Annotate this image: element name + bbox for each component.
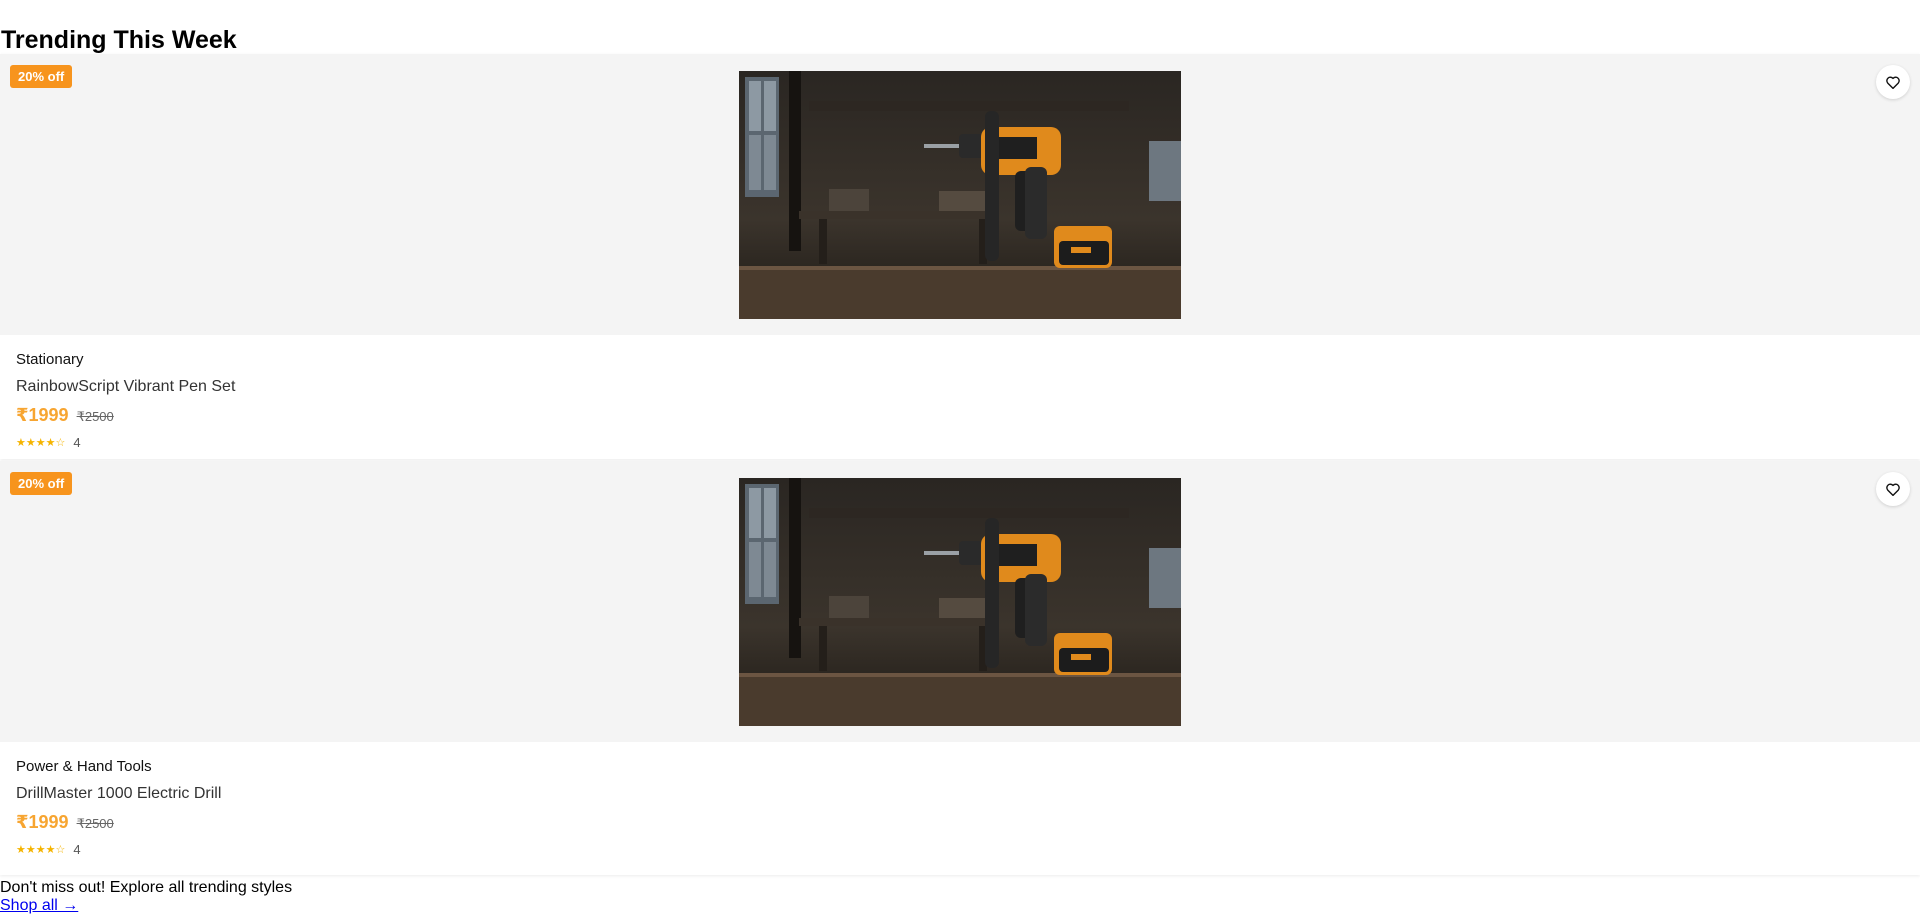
rating-value: 4 <box>73 435 81 450</box>
wishlist-button[interactable] <box>1876 472 1910 506</box>
product-info: Stationary RainbowScript Vibrant Pen Set… <box>0 335 1920 450</box>
product-name[interactable]: RainbowScript Vibrant Pen Set <box>16 377 1920 396</box>
heart-icon <box>1886 483 1900 496</box>
product-price: ₹1999 <box>16 812 69 832</box>
price-row: ₹1999 ₹2500 <box>16 812 1920 833</box>
trending-page: Trending This Week 20% off Stationary Ra… <box>0 0 1920 916</box>
star-rating-icon: ★★★★☆ <box>16 844 66 856</box>
star-rating-icon: ★★★★☆ <box>16 437 66 449</box>
rating-row: ★★★★☆ 4 <box>16 842 1920 857</box>
section-title: Trending This Week <box>1 26 237 54</box>
wishlist-button[interactable] <box>1876 65 1910 99</box>
product-image-area: 20% off <box>0 54 1920 335</box>
rating-value: 4 <box>73 842 81 857</box>
product-old-price: ₹2500 <box>76 816 114 831</box>
product-card[interactable]: 20% off <box>0 461 1920 875</box>
discount-badge: 20% off <box>10 65 73 88</box>
product-category: Power & Hand Tools <box>16 758 152 775</box>
product-old-price: ₹2500 <box>76 409 114 424</box>
product-image-area: 20% off <box>0 461 1920 742</box>
product-image[interactable] <box>739 478 1181 726</box>
footer-text: Don't miss out! Explore all trending sty… <box>0 879 293 896</box>
price-row: ₹1999 ₹2500 <box>16 405 1920 426</box>
product-card[interactable]: 20% off <box>0 54 1920 459</box>
power-drill-photo-icon <box>739 71 1181 319</box>
product-name[interactable]: DrillMaster 1000 Electric Drill <box>16 784 1920 803</box>
product-info: Power & Hand Tools DrillMaster 1000 Elec… <box>0 742 1920 857</box>
power-drill-photo-icon <box>739 478 1181 726</box>
discount-badge: 20% off <box>10 472 73 495</box>
rating-row: ★★★★☆ 4 <box>16 435 1920 450</box>
heart-icon <box>1886 76 1900 89</box>
product-price: ₹1999 <box>16 405 69 425</box>
product-image[interactable] <box>739 71 1181 319</box>
shop-all-link[interactable]: Shop all → <box>0 896 78 915</box>
product-category: Stationary <box>16 351 84 368</box>
